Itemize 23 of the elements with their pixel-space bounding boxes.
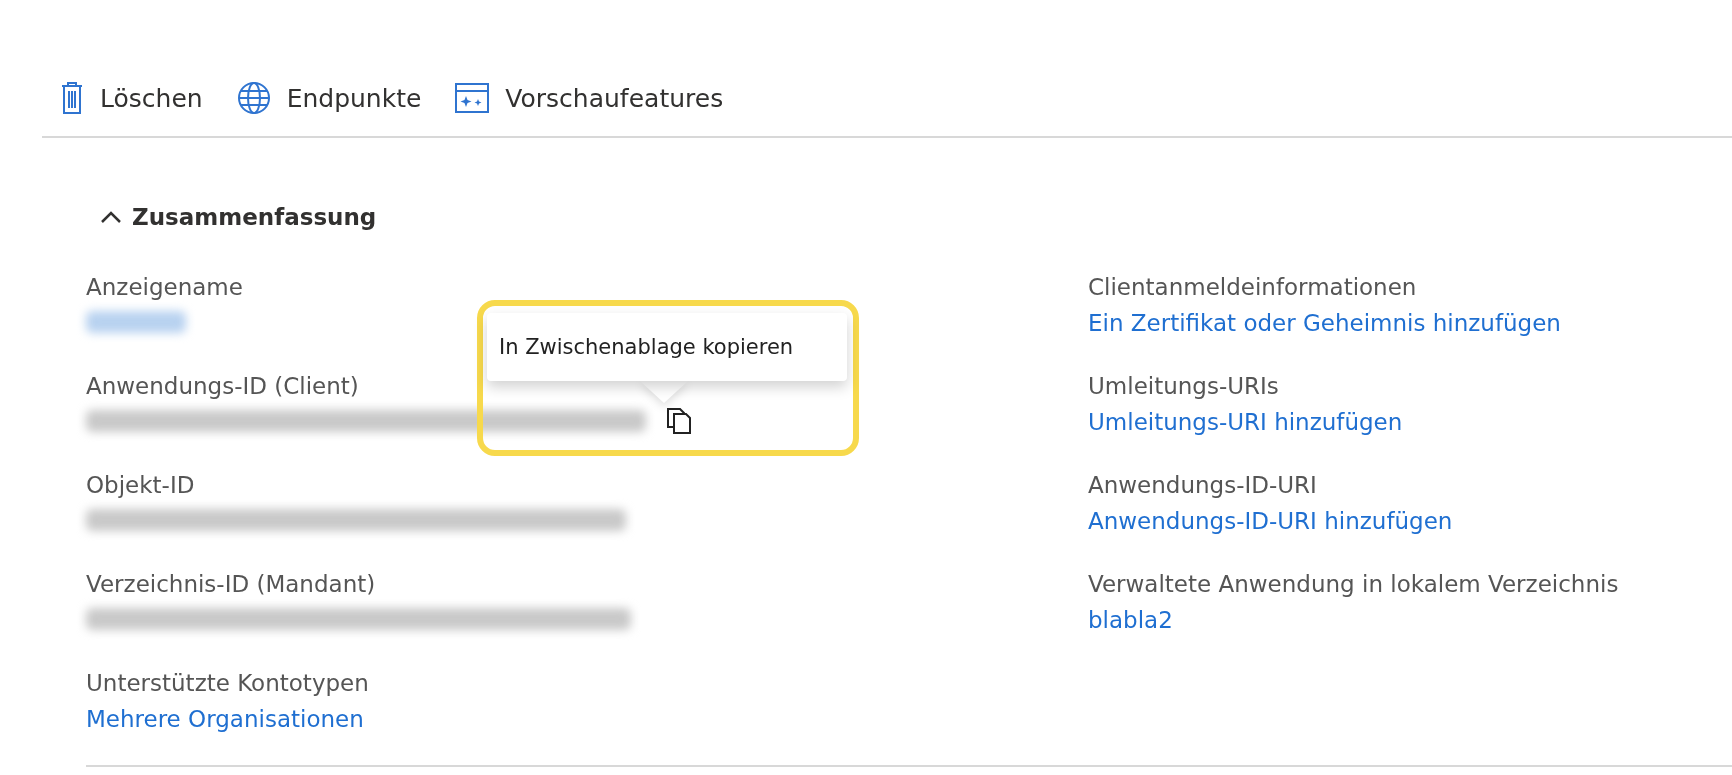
value-link[interactable]: Mehrere Organisationen xyxy=(86,702,364,736)
tooltip: In Zwischenablage kopieren xyxy=(487,313,847,381)
value-link[interactable]: Anwendungs-ID-URI hinzufügen xyxy=(1088,504,1453,538)
field-label: Anwendungs-ID (Client) xyxy=(86,372,359,401)
field-label: Umleitungs-URIs xyxy=(1088,372,1279,401)
value-link[interactable]: blabla2 xyxy=(1088,603,1173,637)
copy-icon[interactable] xyxy=(666,407,692,435)
field-label: Unterstützte Kontotypen xyxy=(86,669,369,698)
toolbar-button[interactable]: Endpunkte xyxy=(236,81,422,115)
trash-icon xyxy=(60,81,84,115)
toolbar-button[interactable]: Löschen xyxy=(60,81,203,115)
field-label: Clientanmeldeinformationen xyxy=(1088,273,1417,302)
field-label: Anzeigename xyxy=(86,273,243,302)
preview-window-icon xyxy=(455,83,490,113)
field-label: Verwaltete Anwendung in lokalem Verzeichnis xyxy=(1088,570,1619,599)
globe-icon xyxy=(236,81,271,115)
value-link[interactable]: Umleitungs-URI hinzufügen xyxy=(1088,405,1403,439)
section-toggle[interactable]: Zusammenfassung xyxy=(100,204,377,230)
field-label: Objekt-ID xyxy=(86,471,195,500)
field-label: Anwendungs-ID-URI xyxy=(1088,471,1317,500)
value-link[interactable]: Ein Zertifikat oder Geheimnis hinzufügen xyxy=(1088,306,1561,340)
toolbar-button[interactable]: Vorschaufeatures xyxy=(455,83,724,113)
field-label: Verzeichnis-ID (Mandant) xyxy=(86,570,376,599)
